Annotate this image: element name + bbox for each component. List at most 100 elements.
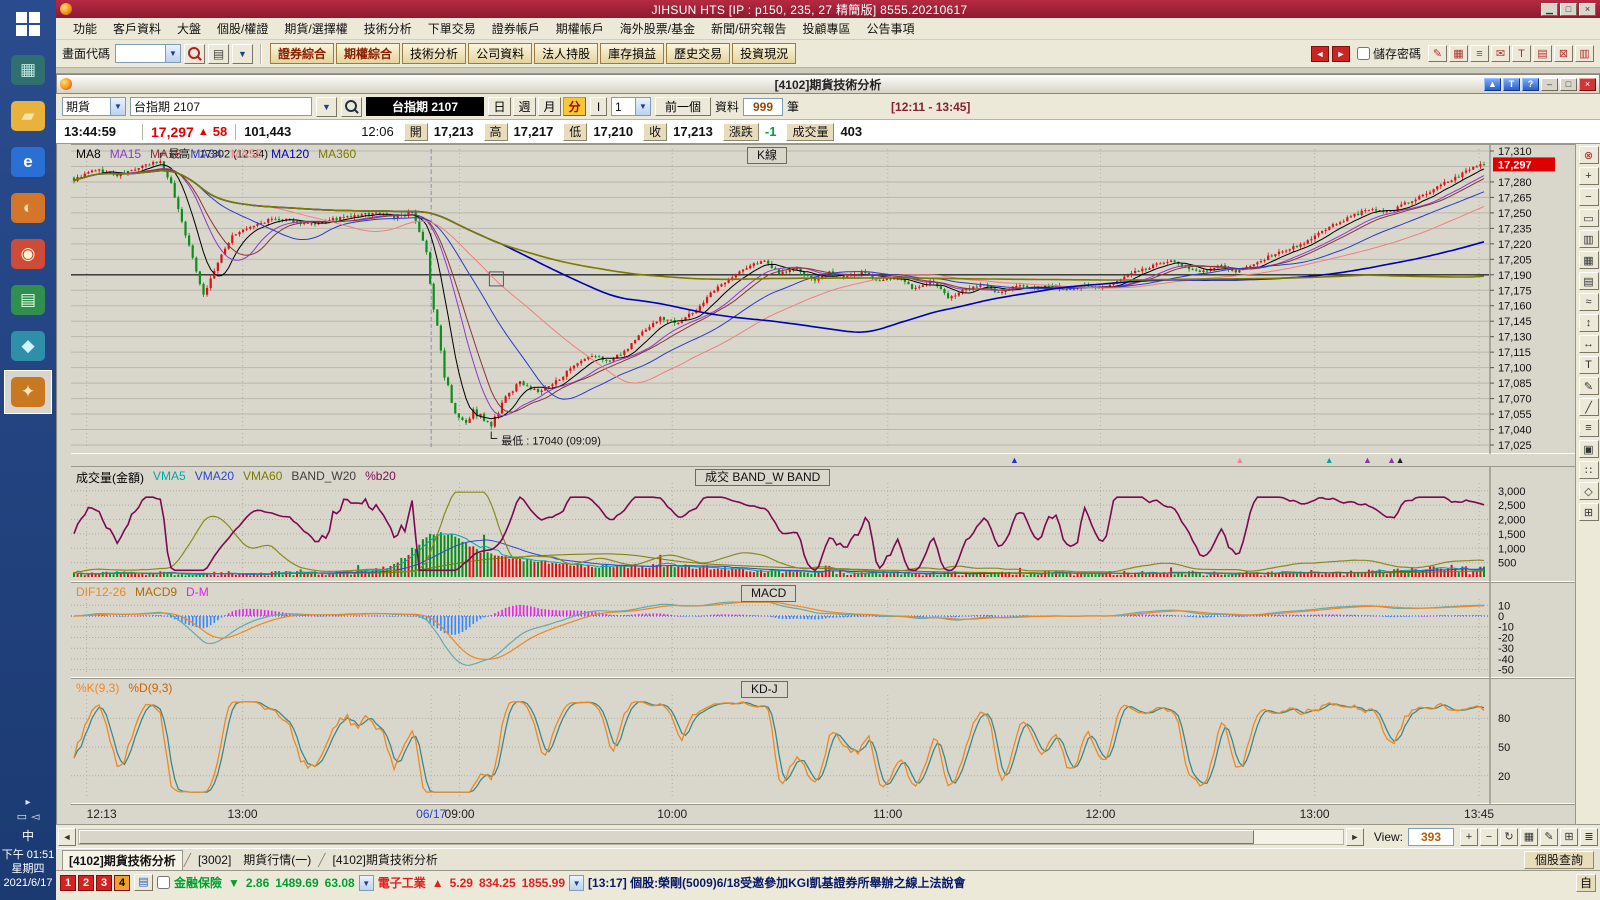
- toolbar-icon-3[interactable]: ✉: [1491, 45, 1510, 62]
- chevron-down-icon[interactable]: ▼: [358, 874, 374, 891]
- window-tab-0[interactable]: [4102]期貨技術分析: [62, 849, 183, 870]
- chart-tool-2[interactable]: −: [1578, 188, 1599, 206]
- toolbar-icon-0[interactable]: ✎: [1428, 45, 1447, 62]
- tray-expand-icon[interactable]: ▸: [25, 797, 30, 808]
- page-tab-1[interactable]: 1: [60, 874, 76, 891]
- quick-button[interactable]: 公司資料: [468, 43, 533, 64]
- internet-explorer-icon[interactable]: e: [4, 140, 52, 184]
- menu-item[interactable]: 期貨/選擇權: [277, 18, 354, 39]
- scroll-icon-1[interactable]: −: [1480, 827, 1498, 846]
- scroll-right-button[interactable]: ►: [1345, 827, 1364, 846]
- chart-tool-14[interactable]: ▣: [1578, 440, 1599, 458]
- scrollbar-thumb[interactable]: [79, 829, 1255, 844]
- layout-dropdown-button[interactable]: ▼: [232, 43, 254, 64]
- auto-button[interactable]: 自: [1576, 873, 1596, 892]
- page-tab-4[interactable]: 4: [114, 874, 130, 891]
- scroll-icon-5[interactable]: ⊞: [1560, 827, 1578, 846]
- scroll-left-button[interactable]: ◄: [58, 827, 76, 846]
- search-button[interactable]: [184, 43, 206, 64]
- chart-tool-11[interactable]: ✎: [1578, 377, 1599, 395]
- market-select[interactable]: 期貨 ▼: [62, 97, 126, 116]
- maximize-button[interactable]: □: [1560, 2, 1577, 16]
- period-button-月[interactable]: 月: [538, 97, 561, 116]
- chevron-down-icon[interactable]: ▼: [569, 874, 585, 891]
- menu-item[interactable]: 海外股票/基金: [613, 18, 702, 39]
- page-tab-2[interactable]: 2: [78, 874, 94, 891]
- kd-chart[interactable]: 80 50 20: [71, 679, 1575, 805]
- window-close-button[interactable]: ×: [1579, 77, 1596, 91]
- window-help-button[interactable]: ?: [1522, 77, 1539, 91]
- chart-tool-13[interactable]: ≡: [1578, 419, 1599, 437]
- quick-button[interactable]: 庫存損益: [600, 43, 665, 64]
- quick-button[interactable]: 證券綜合: [270, 43, 335, 64]
- menu-item[interactable]: 新聞/研究報告: [704, 18, 793, 39]
- chart-tool-12[interactable]: ╱: [1578, 398, 1599, 416]
- paint-app-icon[interactable]: ◐: [4, 186, 52, 230]
- window-tab-1[interactable]: [3002] 期貨行情(一): [192, 850, 317, 869]
- data-count-input[interactable]: 999: [743, 97, 784, 116]
- stock-query-button[interactable]: 個股查詢: [1523, 850, 1594, 869]
- hts-app-icon[interactable]: ✦: [4, 370, 52, 414]
- menu-item[interactable]: 證券帳戶: [485, 18, 547, 39]
- interval-select[interactable]: 1 ▼: [611, 97, 651, 116]
- folder-icon[interactable]: ▰: [4, 94, 52, 138]
- price-panel[interactable]: 最高 : 17302 (12:34) 最低 : 17040 (09:09) 17,0…: [71, 144, 1575, 455]
- chart-tool-7[interactable]: ≈: [1578, 293, 1599, 311]
- toolbar-icon-2[interactable]: ≡: [1470, 45, 1489, 62]
- period-button-日[interactable]: 日: [488, 97, 511, 116]
- minimize-button[interactable]: ▁: [1541, 2, 1558, 16]
- quick-button[interactable]: 法人持股: [534, 43, 599, 64]
- symbol-select[interactable]: 台指期 2107: [130, 97, 312, 116]
- menu-item[interactable]: 大盤: [170, 18, 208, 39]
- scroll-icon-2[interactable]: ↻: [1500, 827, 1518, 846]
- toolbar-icon-6[interactable]: ⊠: [1554, 45, 1573, 62]
- window-minimize-button[interactable]: –: [1541, 77, 1558, 91]
- ime-language-indicator[interactable]: 中: [22, 827, 34, 844]
- macd-chart[interactable]: 100-10-20-30-40-50: [71, 583, 1575, 679]
- save-password-checkbox[interactable]: [1356, 47, 1370, 60]
- toolbar-icon-5[interactable]: ▤: [1533, 45, 1552, 62]
- view-count-input[interactable]: 393: [1408, 827, 1454, 846]
- page-tab-3[interactable]: 3: [96, 874, 112, 891]
- index-ticker-electronics[interactable]: 電子工業 ▲ 5.29 834.25 1855.99: [378, 874, 565, 891]
- volume-panel[interactable]: 500 1,000 1,500 2,000 2,500 3,000 成交量(金額) VMA5…: [71, 466, 1575, 583]
- candlestick-chart[interactable]: 最高 : 17302 (12:34) 最低 : 17040 (09:09) 17,0…: [71, 145, 1575, 455]
- document-app-icon[interactable]: ▤: [4, 278, 52, 322]
- window-maximize-button[interactable]: □: [1560, 77, 1577, 91]
- index-ticker-finance[interactable]: 金融保險 ▼ 2.86 1489.69 63.08: [174, 874, 355, 891]
- chrome-browser-icon[interactable]: ◉: [4, 232, 52, 276]
- window-up-button[interactable]: ▲: [1484, 77, 1501, 91]
- spreadsheet-app-icon[interactable]: ▦: [4, 48, 52, 92]
- chart-tool-1[interactable]: +: [1578, 167, 1599, 185]
- forward-arrow-button[interactable]: ►: [1331, 45, 1350, 62]
- scrollbar-track[interactable]: [78, 828, 1344, 845]
- news-checkbox[interactable]: [157, 876, 170, 889]
- menu-item[interactable]: 技術分析: [357, 18, 419, 39]
- quick-button[interactable]: 期權綜合: [336, 43, 401, 64]
- menu-item[interactable]: 個股/權證: [210, 18, 275, 39]
- chevron-down-icon[interactable]: ▼: [165, 45, 181, 62]
- chart-tool-8[interactable]: ↕: [1578, 314, 1599, 332]
- scroll-icon-6[interactable]: ≣: [1580, 827, 1598, 846]
- chart-tool-6[interactable]: ▤: [1578, 272, 1599, 290]
- news-ticker[interactable]: [13:17] 個股:榮剛(5009)6/18受邀參加KGI凱基證券所舉辦之線上…: [588, 874, 1572, 891]
- period-button-分[interactable]: 分: [563, 97, 586, 116]
- screen-code-input[interactable]: ▼: [115, 44, 182, 63]
- previous-button[interactable]: 前一個: [655, 97, 711, 116]
- menu-item[interactable]: 功能: [66, 18, 104, 39]
- scroll-icon-3[interactable]: ▦: [1520, 827, 1538, 846]
- indicator-i-button[interactable]: I: [590, 97, 607, 116]
- chart-tool-9[interactable]: ↔: [1578, 335, 1599, 353]
- toolbar-icon-1[interactable]: ▦: [1449, 45, 1468, 62]
- cad-app-icon[interactable]: ◆: [4, 324, 52, 368]
- print-button[interactable]: ▤: [208, 43, 230, 64]
- chevron-down-icon[interactable]: ▼: [110, 98, 125, 115]
- chart-tool-3[interactable]: ▭: [1578, 209, 1599, 227]
- window-tab-2[interactable]: [4102]期貨技術分析: [327, 850, 444, 869]
- menu-item[interactable]: 客戶資料: [106, 18, 168, 39]
- toolbar-icon-7[interactable]: ▥: [1575, 45, 1594, 62]
- menu-item[interactable]: 期權帳戶: [549, 18, 611, 39]
- scroll-icon-4[interactable]: ✎: [1540, 827, 1558, 846]
- kd-panel[interactable]: 80 50 20 %K(9,3) %D(9,3) KD-J: [71, 678, 1575, 805]
- macd-panel[interactable]: 10 0 -10 -20 -30 -40 -50 DIF12-26 MACD9 D-M MACD: [71, 582, 1575, 679]
